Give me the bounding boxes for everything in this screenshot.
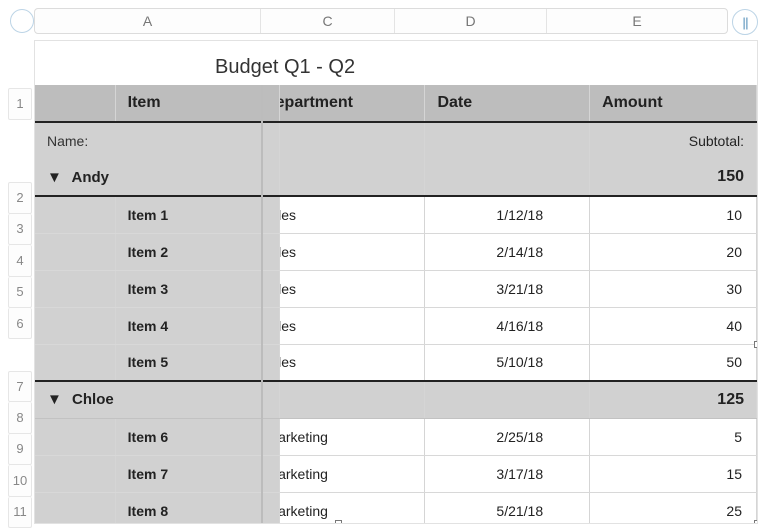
column-header-strip: A C D E bbox=[0, 8, 768, 34]
row-header[interactable]: 8 bbox=[8, 402, 32, 433]
table-row: Item 4 ales 4/16/18 40 bbox=[35, 307, 757, 344]
data-table: Item )epartment Date Amount Name: Subtot… bbox=[35, 85, 757, 524]
col-header-D[interactable]: D bbox=[395, 9, 547, 33]
chevron-down-icon[interactable]: ▼ bbox=[47, 169, 62, 186]
header-amount[interactable]: Amount bbox=[590, 85, 757, 122]
table-title[interactable]: Budget Q1 - Q2 bbox=[35, 41, 757, 85]
table-row: Item 3 ales 3/21/18 30 bbox=[35, 270, 757, 307]
col-header-E[interactable]: E bbox=[547, 9, 727, 33]
row-header[interactable]: 6 bbox=[8, 308, 32, 339]
resize-handle-icon[interactable] bbox=[754, 341, 758, 348]
spreadsheet-body: Budget Q1 - Q2 Item )epartment Date Amou… bbox=[34, 40, 758, 524]
subtotal-label: Subtotal: bbox=[590, 122, 757, 159]
table-row: Item 7 1arketing 3/17/18 15 bbox=[35, 455, 757, 492]
row-header[interactable]: 3 bbox=[8, 214, 32, 245]
row-header[interactable]: 4 bbox=[8, 245, 32, 276]
group-name-row[interactable]: ▼ Chloe 125 bbox=[35, 381, 757, 418]
row-header[interactable]: 11 bbox=[8, 497, 32, 528]
col-header-C[interactable]: C bbox=[261, 9, 395, 33]
disclosure-andy: ▼ Andy bbox=[35, 159, 280, 196]
row-header[interactable]: 9 bbox=[8, 434, 32, 465]
table-row: Item 5 ales 5/10/18 50 bbox=[35, 344, 757, 381]
table-row: Item 6 1arketing 2/25/18 5 bbox=[35, 418, 757, 455]
row-header-strip: 1 2 3 4 5 6 7 8 9 10 11 bbox=[8, 88, 32, 528]
table-row: Item 8 1arketing 5/21/18 25 bbox=[35, 492, 757, 524]
group-name-row[interactable]: ▼ Andy 150 bbox=[35, 159, 757, 196]
row-header[interactable]: 1 bbox=[8, 88, 32, 120]
group-label-row: Name: Subtotal: bbox=[35, 122, 757, 159]
chevron-down-icon[interactable]: ▼ bbox=[47, 391, 62, 408]
row-header[interactable]: 10 bbox=[8, 465, 32, 496]
col-header-A[interactable]: A bbox=[35, 9, 261, 33]
header-item[interactable]: Item bbox=[115, 85, 280, 122]
row-header[interactable]: 2 bbox=[8, 182, 32, 214]
table-row: Item 1 ales 1/12/18 10 bbox=[35, 196, 757, 233]
row-header[interactable]: 7 bbox=[8, 371, 32, 403]
header-row: Item )epartment Date Amount bbox=[35, 85, 757, 122]
header-date[interactable]: Date bbox=[425, 85, 590, 122]
header-department[interactable]: )epartment bbox=[280, 85, 425, 122]
disclosure-chloe: ▼ Chloe bbox=[35, 381, 280, 418]
row-header[interactable]: 5 bbox=[8, 277, 32, 308]
group-total: 150 bbox=[590, 159, 757, 196]
header-blank[interactable] bbox=[35, 85, 115, 122]
group-total: 125 bbox=[590, 381, 757, 418]
column-divider[interactable] bbox=[261, 85, 263, 523]
name-label: Name: bbox=[35, 122, 280, 159]
table-row: Item 2 ales 2/14/18 20 bbox=[35, 233, 757, 270]
